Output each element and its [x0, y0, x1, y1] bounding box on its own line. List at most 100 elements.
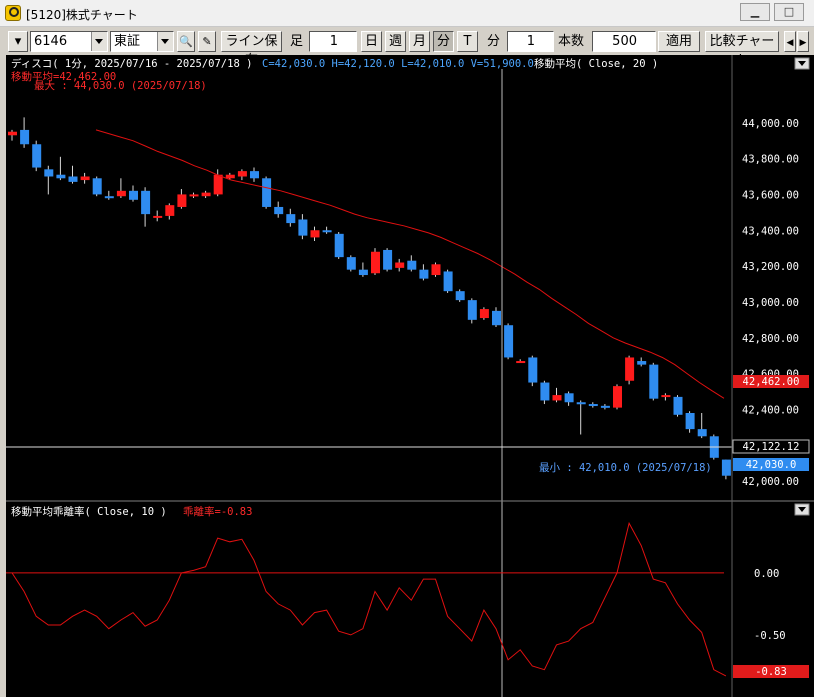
code-dropdown-arrow[interactable]: [91, 32, 107, 51]
candle-body: [129, 190, 138, 200]
bun-input[interactable]: 1: [507, 31, 554, 52]
candle-body: [274, 206, 284, 215]
week-button[interactable]: 週: [385, 31, 406, 52]
candle: [286, 208, 296, 227]
candle-body: [68, 176, 78, 182]
bun-label: 分: [487, 34, 501, 49]
candle: [274, 201, 284, 218]
candle: [600, 404, 610, 410]
candle-body: [310, 230, 320, 238]
candle: [637, 357, 647, 367]
main-panel-menu-button[interactable]: [794, 57, 810, 70]
sub-panel-menu-button[interactable]: [794, 503, 810, 516]
ashi-value: 1: [329, 34, 338, 49]
ma-tag-text: 42,462.00: [743, 376, 800, 388]
maximize-button[interactable]: □: [774, 3, 804, 21]
candle-body: [201, 192, 211, 197]
candle: [68, 165, 78, 184]
candle: [177, 189, 187, 209]
candle-body: [383, 249, 393, 270]
candle: [141, 187, 151, 227]
deviation-tick-label: 0.00: [754, 568, 779, 580]
scroll-left-button[interactable]: ◀: [784, 31, 796, 52]
candle-body: [407, 260, 417, 270]
tick-button[interactable]: T: [457, 31, 478, 52]
candle: [310, 226, 320, 241]
candle: [552, 387, 562, 403]
candle-body: [44, 169, 54, 177]
sub-axis: 0.00 -0.50: [754, 568, 786, 642]
candle: [685, 411, 695, 433]
candle: [504, 323, 514, 360]
chevron-down-icon: ▾: [14, 34, 22, 49]
window-title: [5120]株式チャート: [26, 8, 138, 22]
deviation-line: [11, 521, 727, 677]
honsu-input[interactable]: 500: [592, 31, 656, 52]
candle-body: [165, 205, 175, 216]
candle-body: [528, 357, 538, 383]
candle-body: [685, 413, 695, 430]
market-value: 東証: [114, 34, 141, 49]
candle-body: [32, 144, 42, 168]
candle-body: [298, 219, 308, 236]
candle: [625, 355, 635, 385]
candle: [237, 169, 247, 181]
market-select[interactable]: 東証: [110, 31, 174, 52]
candle-body: [431, 264, 441, 276]
candle-body: [625, 357, 635, 381]
candle: [56, 156, 66, 181]
cursor-price-tag: 42,122.12: [732, 439, 810, 454]
candle-body: [697, 429, 707, 437]
ma-price-tag: 42,462.00: [733, 375, 809, 388]
candle-body: [661, 395, 671, 398]
price-tick-label: 42,800.00: [742, 333, 799, 345]
main-header-ohlcv: C=42,030.0 H=42,120.0 L=42,010.0 V=51,90…: [262, 58, 534, 70]
market-dropdown-arrow[interactable]: [157, 32, 173, 51]
candle-body: [576, 402, 586, 405]
candle-body: [225, 174, 235, 179]
edit-button[interactable]: ✎: [198, 31, 216, 52]
chart-area[interactable]: 44,000.00 43,800.00 43,600.00 43,400.00 43,2…: [6, 55, 814, 697]
sub-last-tag: -0.83: [733, 665, 809, 678]
sub-header-name: 移動平均乖離率( Close, 10 ): [11, 505, 167, 518]
honsu-label: 本数: [558, 34, 585, 49]
honsu-value: 500: [612, 34, 637, 49]
candle: [576, 400, 586, 435]
candle-body: [613, 386, 622, 408]
candle-body: [552, 395, 562, 401]
candle: [419, 264, 429, 281]
candle: [322, 226, 332, 234]
candle: [697, 413, 707, 439]
candle: [32, 140, 42, 172]
candle: [516, 359, 526, 364]
edit-icon: ✎: [202, 35, 212, 48]
candle-body: [104, 196, 114, 199]
chevron-left-icon: ◀: [786, 38, 794, 48]
candle: [80, 172, 90, 184]
search-button[interactable]: 🔍: [177, 31, 195, 52]
ashi-input[interactable]: 1: [309, 31, 357, 52]
menu-dropdown-button[interactable]: ▾: [8, 31, 28, 52]
candle-body: [334, 233, 344, 258]
apply-button[interactable]: 適用: [658, 31, 700, 52]
minimize-button[interactable]: ▁: [740, 3, 770, 21]
minimize-icon: ▁: [750, 5, 760, 18]
candle-body: [419, 269, 429, 279]
price-tick-label: 42,000.00: [742, 476, 799, 488]
candle: [479, 307, 489, 320]
candle: [8, 129, 17, 141]
candle: [129, 185, 138, 202]
line-save-button[interactable]: ライン保存: [221, 31, 282, 68]
minute-button[interactable]: 分: [433, 31, 454, 52]
chart-svg[interactable]: 44,000.00 43,800.00 43,600.00 43,400.00 43,2…: [6, 55, 814, 697]
month-button[interactable]: 月: [409, 31, 430, 52]
compare-chart-button[interactable]: 比較チャート: [705, 31, 779, 68]
scroll-right-button[interactable]: ▶: [797, 31, 809, 52]
candle: [104, 190, 114, 200]
code-input[interactable]: 6146: [30, 31, 108, 52]
candle: [431, 262, 441, 277]
candle: [540, 380, 550, 405]
day-button[interactable]: 日: [361, 31, 382, 52]
candle: [116, 178, 126, 198]
candle-body: [395, 262, 405, 268]
